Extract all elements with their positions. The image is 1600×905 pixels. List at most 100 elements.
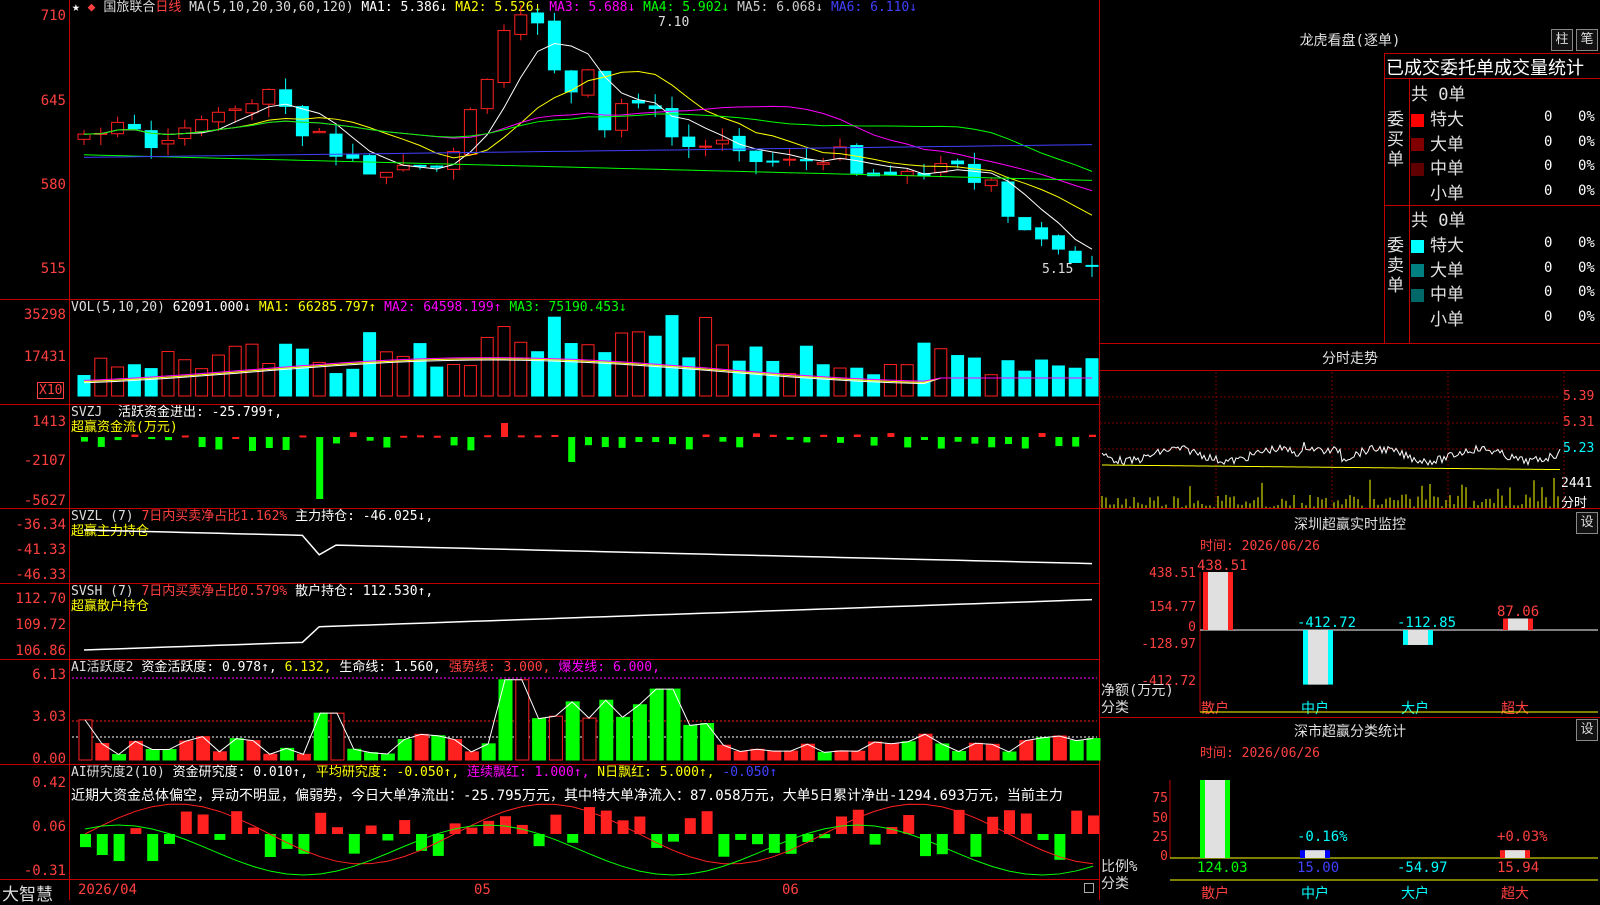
y-tick: 5.39 bbox=[1563, 389, 1595, 404]
dragon-header: 已成交委托单成交量统计 bbox=[1386, 58, 1584, 79]
activity-bar bbox=[918, 733, 933, 761]
flow-bar bbox=[685, 437, 693, 450]
monitor-bar-highlight bbox=[1208, 572, 1228, 630]
activity-bar bbox=[464, 751, 479, 761]
candle bbox=[598, 70, 612, 131]
flow-bar bbox=[282, 437, 290, 450]
monitor-bar bbox=[1403, 630, 1433, 645]
research-bar bbox=[197, 814, 209, 834]
tick-mode-button[interactable]: 笔 bbox=[1576, 29, 1598, 51]
monitor-xlabel: 分类 bbox=[1101, 700, 1129, 716]
activity-bar bbox=[1002, 751, 1017, 761]
flow-bar bbox=[81, 437, 88, 442]
research-bar bbox=[970, 834, 982, 857]
flow-bar bbox=[753, 433, 760, 437]
order-type: 大单 bbox=[1430, 260, 1464, 281]
swatch-icon bbox=[1411, 162, 1424, 176]
candle bbox=[379, 171, 393, 178]
flow-bar bbox=[585, 437, 592, 446]
monitor-category: 散户 bbox=[1201, 701, 1229, 717]
y-tick: 0 bbox=[1188, 620, 1196, 635]
research-bar bbox=[668, 834, 679, 842]
activity-bar bbox=[246, 740, 261, 761]
flow-bar bbox=[820, 434, 828, 437]
flow-bar bbox=[921, 437, 928, 441]
candle bbox=[161, 139, 175, 145]
candle bbox=[245, 103, 259, 114]
candle bbox=[749, 150, 763, 163]
settings-button[interactable]: 设 bbox=[1576, 719, 1598, 741]
vol-bar bbox=[699, 316, 713, 397]
flow-bar bbox=[232, 436, 240, 439]
activity-bar bbox=[784, 750, 799, 761]
kline-chart[interactable] bbox=[0, 0, 1101, 900]
stats-bar bbox=[1200, 780, 1230, 858]
monitor-bar-value: -412.72 bbox=[1297, 615, 1357, 631]
swatch-icon bbox=[1411, 313, 1424, 326]
divider bbox=[1384, 78, 1600, 79]
flow-bar bbox=[114, 437, 122, 441]
flow-bar bbox=[669, 437, 676, 445]
swatch-icon bbox=[1411, 264, 1424, 277]
flow-bar bbox=[484, 435, 492, 438]
vol-bar bbox=[514, 341, 528, 397]
vol-bar bbox=[463, 365, 477, 397]
stats-category: 中户 bbox=[1301, 886, 1329, 902]
stats-value: 15.94 bbox=[1497, 860, 1540, 876]
stats-bar bbox=[1500, 850, 1530, 858]
candle bbox=[312, 130, 326, 134]
activity-bar bbox=[330, 712, 345, 761]
order-pct: 0% bbox=[1578, 308, 1595, 325]
research-bar bbox=[768, 834, 780, 853]
flow-bar bbox=[215, 437, 223, 450]
candle bbox=[699, 145, 713, 148]
vol-bar bbox=[581, 344, 595, 397]
vol-bar bbox=[161, 351, 175, 397]
flow-bar bbox=[433, 435, 441, 438]
candle bbox=[1001, 181, 1015, 217]
monitor-bar-value: -112.85 bbox=[1397, 615, 1457, 631]
order-pct: 0% bbox=[1578, 235, 1595, 251]
flow-bar bbox=[988, 437, 996, 448]
order-type: 特大 bbox=[1430, 236, 1464, 256]
order-count: 0 bbox=[1544, 284, 1553, 300]
vol-bar bbox=[211, 354, 225, 397]
candle bbox=[1068, 250, 1082, 263]
y-tick: 438.51 bbox=[1149, 566, 1196, 581]
flow-bar bbox=[1005, 437, 1012, 444]
research-bar bbox=[819, 834, 831, 839]
flow-bar bbox=[366, 437, 374, 441]
activity-bar bbox=[750, 748, 765, 761]
flow-bar bbox=[652, 437, 660, 443]
flow-bar bbox=[97, 437, 105, 447]
order-row-sell-3: 小单 bbox=[1411, 305, 1464, 330]
y-tick: 5.31 bbox=[1563, 415, 1595, 430]
order-count: 0 bbox=[1544, 109, 1553, 125]
stats-pct: +0.03% bbox=[1497, 829, 1548, 845]
bar-mode-button[interactable]: 柱 bbox=[1551, 29, 1573, 51]
swatch-icon bbox=[1411, 239, 1424, 253]
research-bar bbox=[231, 811, 243, 834]
activity-bar bbox=[632, 704, 647, 761]
divider bbox=[1409, 78, 1410, 343]
flow-bar bbox=[736, 437, 744, 448]
research-bar bbox=[550, 814, 562, 834]
vol-bar bbox=[497, 326, 511, 397]
research-bar bbox=[718, 834, 730, 857]
stats-bar-highlight bbox=[1305, 850, 1325, 858]
research-bar bbox=[248, 827, 259, 834]
candle bbox=[615, 103, 629, 131]
research-bar bbox=[987, 816, 999, 834]
vol-bar bbox=[766, 360, 780, 397]
order-pct: 0% bbox=[1578, 133, 1595, 150]
research-bar bbox=[617, 820, 629, 834]
order-type: 中单 bbox=[1430, 285, 1464, 305]
flow-bar bbox=[249, 437, 256, 451]
settings-button[interactable]: 设 bbox=[1576, 512, 1598, 534]
candle bbox=[984, 179, 998, 187]
candle bbox=[766, 160, 780, 163]
vol-bar bbox=[77, 375, 91, 397]
vol-bar bbox=[547, 316, 561, 397]
candle bbox=[211, 111, 225, 123]
research-bar bbox=[936, 834, 948, 855]
